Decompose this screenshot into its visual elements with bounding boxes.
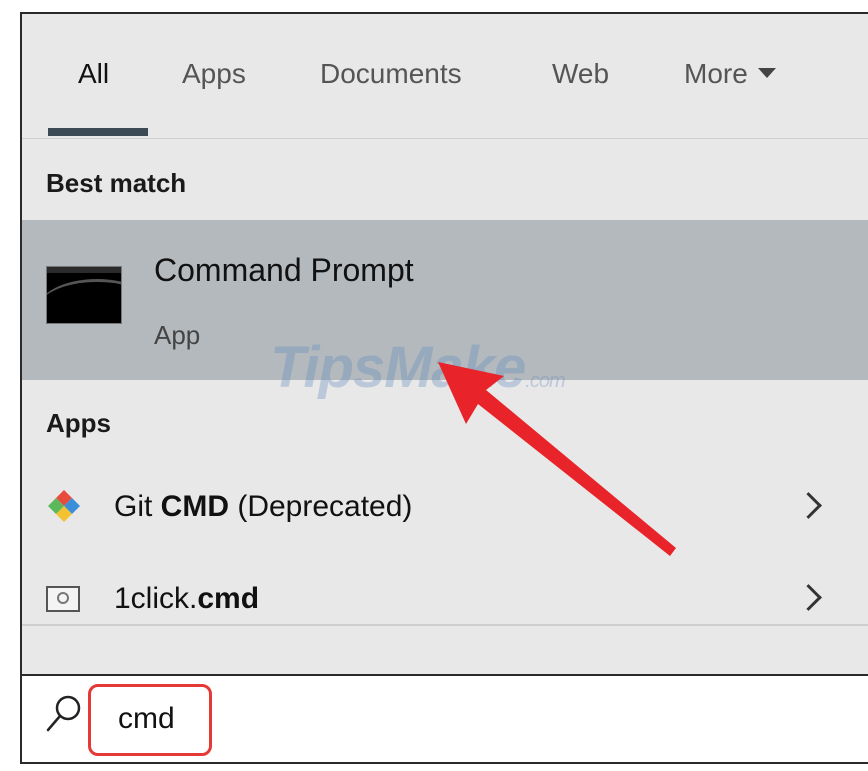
result-title: Command Prompt xyxy=(154,252,414,288)
app-result-git-cmd[interactable]: Git CMD (Deprecated) xyxy=(22,468,868,550)
tab-documents[interactable]: Documents xyxy=(320,58,462,90)
script-file-icon xyxy=(46,586,80,612)
chevron-right-icon[interactable] xyxy=(795,492,822,519)
search-box[interactable]: cmd xyxy=(22,674,868,762)
caret-down-icon xyxy=(757,67,776,78)
app-result-1click-cmd[interactable]: 1click.cmd xyxy=(22,560,868,642)
divider xyxy=(22,138,868,139)
chevron-right-icon[interactable] xyxy=(795,584,822,611)
command-prompt-icon xyxy=(46,266,122,324)
search-icon xyxy=(46,695,81,732)
best-match-heading: Best match xyxy=(46,168,187,198)
result-type: App xyxy=(154,320,201,350)
watermark: TipsMake.com xyxy=(270,335,566,400)
tab-more[interactable]: More xyxy=(684,58,776,90)
tab-more-label: More xyxy=(684,58,748,89)
tab-all[interactable]: All xyxy=(78,58,109,90)
annotation-highlight-box xyxy=(88,684,212,756)
tab-web[interactable]: Web xyxy=(552,58,609,90)
app-result-label: 1click.cmd xyxy=(114,582,260,615)
apps-heading: Apps xyxy=(46,408,111,438)
tab-apps[interactable]: Apps xyxy=(182,58,246,90)
divider xyxy=(22,624,868,626)
app-result-label: Git CMD (Deprecated) xyxy=(114,490,413,523)
active-tab-indicator xyxy=(48,128,148,136)
git-icon xyxy=(48,490,80,522)
search-tabs: All Apps Documents Web More xyxy=(22,14,868,139)
